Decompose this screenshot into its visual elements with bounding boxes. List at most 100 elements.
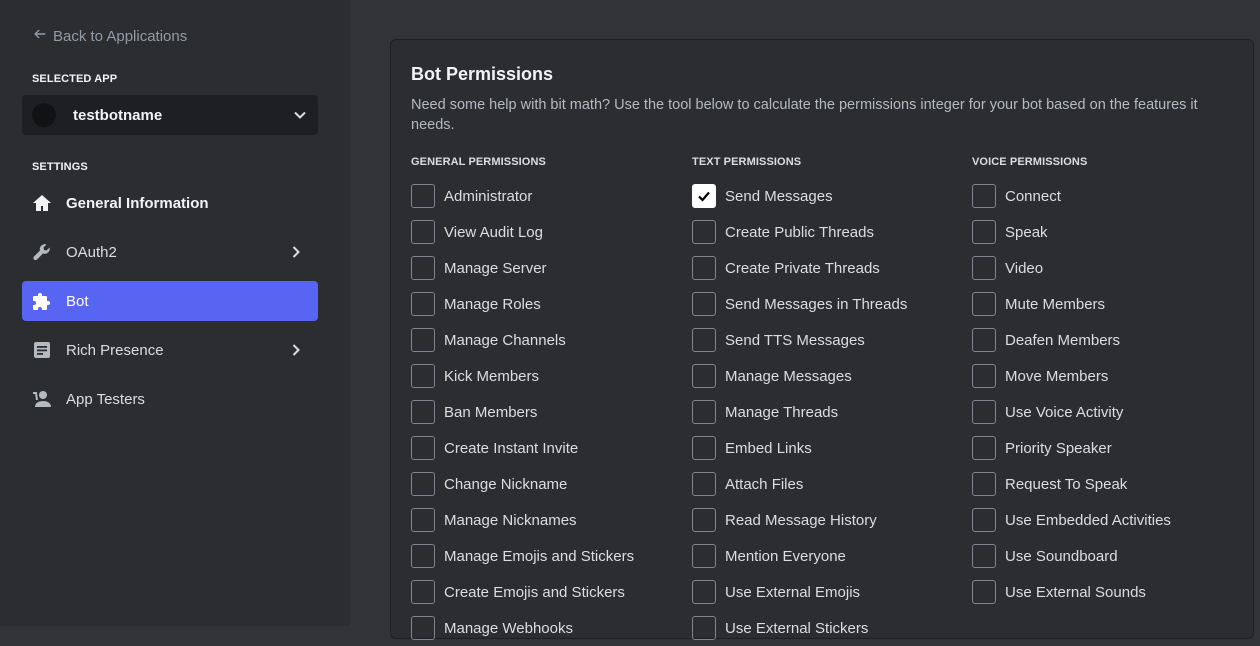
back-label: Back to Applications xyxy=(53,27,188,45)
permission-label: Deafen Members xyxy=(1005,331,1121,349)
permission-checkbox-row[interactable]: Manage Webhooks xyxy=(411,610,634,646)
permission-checkbox-row[interactable]: Mute Members xyxy=(972,286,1171,322)
permission-checkbox-row[interactable]: Deafen Members xyxy=(972,322,1171,358)
permission-checkbox-row[interactable]: Manage Channels xyxy=(411,322,634,358)
permission-checkbox-row[interactable]: Request To Speak xyxy=(972,466,1171,502)
checkbox[interactable] xyxy=(692,256,716,280)
permission-checkbox-row[interactable]: Manage Emojis and Stickers xyxy=(411,538,634,574)
checkbox[interactable] xyxy=(692,400,716,424)
permission-label: Use Voice Activity xyxy=(1005,403,1124,421)
checkbox[interactable] xyxy=(411,256,435,280)
checkbox[interactable] xyxy=(411,400,435,424)
checkbox[interactable] xyxy=(972,292,996,316)
permission-label: Priority Speaker xyxy=(1005,439,1112,457)
permission-checkbox-row[interactable]: Manage Server xyxy=(411,250,634,286)
checkbox[interactable] xyxy=(692,220,716,244)
checkbox[interactable] xyxy=(972,580,996,604)
permission-checkbox-row[interactable]: Create Emojis and Stickers xyxy=(411,574,634,610)
permission-checkbox-row[interactable]: Send Messages xyxy=(692,178,907,214)
checkbox[interactable] xyxy=(692,184,716,208)
column-header: GENERAL PERMISSIONS xyxy=(411,156,546,168)
permission-label: Send TTS Messages xyxy=(725,331,865,349)
checkbox[interactable] xyxy=(411,508,435,532)
checkbox[interactable] xyxy=(972,544,996,568)
permission-checkbox-row[interactable]: Move Members xyxy=(972,358,1171,394)
sidebar-item-general-information[interactable]: General Information xyxy=(22,183,318,223)
permission-label: Use Embedded Activities xyxy=(1005,511,1171,529)
permission-checkbox-row[interactable]: Use External Emojis xyxy=(692,574,907,610)
checkbox[interactable] xyxy=(692,544,716,568)
permission-checkbox-row[interactable]: Administrator xyxy=(411,178,634,214)
permission-checkbox-row[interactable]: Send Messages in Threads xyxy=(692,286,907,322)
permission-checkbox-row[interactable]: Manage Roles xyxy=(411,286,634,322)
permission-checkbox-row[interactable]: Use External Stickers xyxy=(692,610,907,646)
checkbox[interactable] xyxy=(692,508,716,532)
permission-checkbox-row[interactable]: Mention Everyone xyxy=(692,538,907,574)
permission-checkbox-row[interactable]: Speak xyxy=(972,214,1171,250)
permission-label: Use Soundboard xyxy=(1005,547,1118,565)
card-title: Bot Permissions xyxy=(411,64,554,84)
permission-checkbox-row[interactable]: Embed Links xyxy=(692,430,907,466)
permission-label: Mute Members xyxy=(1005,295,1106,313)
checkbox[interactable] xyxy=(972,508,996,532)
checkbox[interactable] xyxy=(411,544,435,568)
checkbox[interactable] xyxy=(972,184,996,208)
permission-checkbox-row[interactable]: View Audit Log xyxy=(411,214,634,250)
checkbox[interactable] xyxy=(692,472,716,496)
checkbox[interactable] xyxy=(692,616,716,640)
app-selector[interactable]: testbotname xyxy=(22,95,318,135)
checkbox[interactable] xyxy=(411,364,435,388)
permission-checkbox-row[interactable]: Use Voice Activity xyxy=(972,394,1171,430)
permission-checkbox-row[interactable]: Manage Messages xyxy=(692,358,907,394)
checkbox[interactable] xyxy=(972,220,996,244)
sidebar-item-label: Bot xyxy=(66,292,89,310)
permission-checkbox-row[interactable]: Priority Speaker xyxy=(972,430,1171,466)
back-to-applications-link[interactable]: Back to Applications xyxy=(33,27,187,45)
permission-checkbox-row[interactable]: Read Message History xyxy=(692,502,907,538)
checkbox[interactable] xyxy=(692,436,716,460)
checkbox[interactable] xyxy=(411,184,435,208)
permission-checkbox-row[interactable]: Change Nickname xyxy=(411,466,634,502)
sidebar-item-bot[interactable]: Bot xyxy=(22,281,318,321)
checkbox[interactable] xyxy=(692,580,716,604)
permission-checkbox-row[interactable]: Kick Members xyxy=(411,358,634,394)
checkbox[interactable] xyxy=(972,328,996,352)
permission-checkbox-row[interactable]: Manage Nicknames xyxy=(411,502,634,538)
permission-checkbox-row[interactable]: Create Public Threads xyxy=(692,214,907,250)
selected-app-title: SELECTED APP xyxy=(32,73,118,85)
permission-label: Create Public Threads xyxy=(725,223,874,241)
checkbox[interactable] xyxy=(972,364,996,388)
permission-checkbox-row[interactable]: Attach Files xyxy=(692,466,907,502)
checkbox[interactable] xyxy=(411,580,435,604)
permission-label: Request To Speak xyxy=(1005,475,1128,493)
checkbox[interactable] xyxy=(692,364,716,388)
permission-checkbox-row[interactable]: Create Private Threads xyxy=(692,250,907,286)
sidebar-item-app-testers[interactable]: App Testers xyxy=(22,379,318,419)
checkbox[interactable] xyxy=(972,436,996,460)
checkbox[interactable] xyxy=(692,292,716,316)
checkbox[interactable] xyxy=(411,328,435,352)
permission-checkbox-row[interactable]: Send TTS Messages xyxy=(692,322,907,358)
permission-checkbox-row[interactable]: Create Instant Invite xyxy=(411,430,634,466)
permission-label: Manage Webhooks xyxy=(444,619,573,637)
checkbox[interactable] xyxy=(411,472,435,496)
checkbox[interactable] xyxy=(411,220,435,244)
permission-label: Create Emojis and Stickers xyxy=(444,583,625,601)
checkbox[interactable] xyxy=(692,328,716,352)
checkbox[interactable] xyxy=(972,472,996,496)
checkbox[interactable] xyxy=(972,256,996,280)
permission-checkbox-row[interactable]: Use External Sounds xyxy=(972,574,1171,610)
permission-checkbox-row[interactable]: Use Embedded Activities xyxy=(972,502,1171,538)
sidebar-item-rich-presence[interactable]: Rich Presence xyxy=(22,330,318,370)
checkbox[interactable] xyxy=(411,616,435,640)
checkbox[interactable] xyxy=(972,400,996,424)
permission-checkbox-row[interactable]: Connect xyxy=(972,178,1171,214)
wrench-icon xyxy=(32,242,52,262)
permission-checkbox-row[interactable]: Video xyxy=(972,250,1171,286)
sidebar-item-oauth2[interactable]: OAuth2 xyxy=(22,232,318,272)
checkbox[interactable] xyxy=(411,436,435,460)
permission-checkbox-row[interactable]: Ban Members xyxy=(411,394,634,430)
permission-checkbox-row[interactable]: Use Soundboard xyxy=(972,538,1171,574)
checkbox[interactable] xyxy=(411,292,435,316)
permission-checkbox-row[interactable]: Manage Threads xyxy=(692,394,907,430)
